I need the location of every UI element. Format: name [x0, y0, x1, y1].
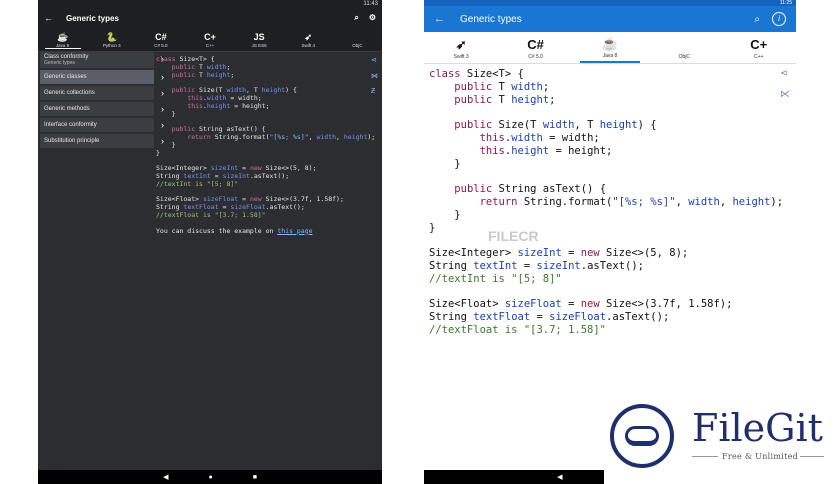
menu-item-generic-collections[interactable]: Generic collections › [40, 86, 164, 100]
collapse-icon[interactable]: ⋉ [780, 89, 790, 100]
page-title: Generic types [460, 13, 522, 25]
tab-objc[interactable]: ObjC [654, 33, 714, 63]
status-time: 11:25 [779, 0, 792, 6]
search-icon[interactable]: ⌕ [754, 14, 760, 25]
settings-icon[interactable]: ⚙ [369, 13, 376, 23]
code-actions: ⋖ ⋉ [780, 68, 790, 100]
menu-item-class-conformity[interactable]: Class conformity Generic types › [40, 52, 164, 68]
watermark: FILECR [488, 228, 539, 244]
tab-java[interactable]: ☕ Java 8 [44, 31, 81, 49]
tab-swift[interactable]: ➶ Swift 3 [431, 33, 491, 63]
language-tabs: ☕ Java 8 🐍 Python 3 C# C# 5.0 C+ C++ JS JS ES… [38, 28, 382, 52]
tab-cpp[interactable]: C+ C++ [192, 31, 228, 48]
logo-tagline: Free & Unlimited [722, 452, 799, 461]
cpp-icon: C+ [750, 36, 768, 52]
share-icon[interactable]: ⋖ [371, 56, 378, 64]
python-icon: 🐍 [106, 32, 118, 42]
menu-item-generic-methods[interactable]: Generic methods › [40, 102, 164, 116]
code-listing: class Size<T> { public T width; public T… [429, 68, 784, 336]
back-arrow-icon[interactable]: ← [44, 13, 60, 23]
app-bar: ← Generic types ⌕ ⚙ [38, 8, 382, 28]
cloud-logo-icon [610, 404, 674, 468]
menu-item-generic-classes[interactable]: Generic classes › [40, 70, 164, 84]
cpp-icon: C+ [204, 32, 216, 42]
tab-python[interactable]: 🐍 Python 3 [94, 31, 130, 48]
tab-java[interactable]: ☕ Java 8 [579, 33, 640, 63]
system-nav-bar: ◀ ● ■ [38, 470, 382, 484]
app-bar: ← Generic types ⌕ i [424, 6, 796, 32]
wrap-icon[interactable]: Ƶ [371, 88, 378, 95]
back-arrow-icon[interactable]: ← [434, 13, 452, 25]
swift-icon: ➶ [455, 36, 467, 52]
collapse-icon[interactable]: ⋈ [371, 72, 378, 80]
tab-cpp[interactable]: C+ C++ [729, 33, 789, 63]
nav-back-icon[interactable]: ◀ [557, 473, 562, 481]
topic-menu: Class conformity Generic types › Generic… [40, 52, 164, 150]
java-icon: ☕ [601, 35, 619, 51]
info-icon[interactable]: i [772, 12, 786, 26]
discuss-link[interactable]: this page [277, 227, 312, 235]
tab-js[interactable]: JS JS ES6 [241, 31, 277, 48]
code-actions: ⋖ ⋈ Ƶ [371, 56, 378, 95]
code-listing: class Size<T> { public T width; public T… [156, 55, 376, 235]
dark-device-screenshot: 11:43 ← Generic types ⌕ ⚙ ☕ Java 8 🐍 Pytho… [38, 0, 382, 484]
logo-name: FileGit [692, 406, 823, 450]
tab-csharp[interactable]: C# C# 5.0 [506, 33, 566, 63]
language-tabs: ➶ Swift 3 C# C# 5.0 ☕ Java 8 ObjC C+ C++ [424, 32, 796, 64]
csharp-icon: C# [155, 32, 167, 42]
js-icon: JS [253, 32, 265, 42]
status-bar: 11:43 [38, 0, 382, 8]
java-icon: ☕ [56, 31, 69, 42]
menu-item-substitution-principle[interactable]: Substitution principle › [40, 134, 164, 148]
search-icon[interactable]: ⌕ [354, 13, 358, 23]
page-title: Generic types [66, 13, 119, 23]
share-icon[interactable]: ⋖ [780, 68, 790, 79]
swift-icon: ➶ [304, 32, 313, 42]
discuss-text: You can discuss the example on [156, 226, 274, 235]
status-time: 11:43 [363, 1, 378, 7]
csharp-icon: C# [527, 36, 544, 52]
tab-objc[interactable]: ObjC [339, 31, 375, 48]
nav-recents-icon[interactable]: ■ [253, 474, 257, 481]
nav-home-icon[interactable]: ● [208, 474, 212, 481]
filegit-logo: FileGit Free & Unlimited [604, 394, 836, 484]
menu-item-interface-conformity[interactable]: Interface conformity › [40, 118, 164, 132]
nav-back-icon[interactable]: ◀ [163, 473, 168, 481]
tab-csharp[interactable]: C# C# 5.0 [143, 31, 179, 48]
tab-swift[interactable]: ➶ Swift 4 [290, 31, 326, 48]
